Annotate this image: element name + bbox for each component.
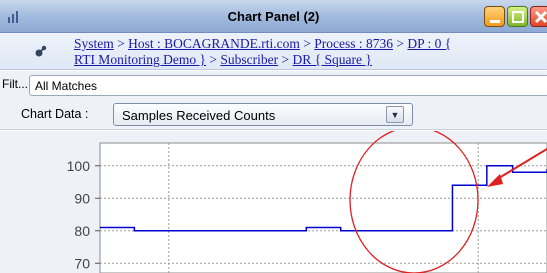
filter-field[interactable]: All Matches — [29, 75, 547, 96]
window-title-bar[interactable]: Chart Panel (2) — [0, 0, 547, 33]
breadcrumb-item-datareader[interactable]: DR { Square } — [293, 52, 372, 67]
breadcrumb-separator: > — [299, 36, 315, 51]
chart-data-dropdown[interactable]: Samples Received Counts ▼ — [113, 103, 413, 126]
y-tick-label: 90 — [74, 190, 90, 206]
filter-value: All Matches — [35, 79, 98, 93]
chart-data-selected-value: Samples Received Counts — [122, 108, 276, 123]
breadcrumb-separator: > — [393, 36, 408, 51]
line-chart: 70 80 90 100 — [67, 131, 547, 273]
breadcrumb: System > Host : BOCAGRANDE.rti.com > Pro… — [0, 33, 547, 70]
close-icon — [534, 10, 547, 24]
breadcrumb-separator: > — [278, 52, 293, 67]
breadcrumb-item-dp-part1[interactable]: DP : 0 { — [407, 36, 451, 51]
close-button[interactable] — [530, 6, 547, 27]
chart-data-label: Chart Data : — [21, 107, 89, 121]
chart-data-row: Chart Data : Samples Received Counts ▼ — [0, 99, 547, 130]
y-tick-label: 80 — [74, 223, 90, 239]
topic-icon — [35, 45, 47, 57]
minimize-button[interactable] — [484, 6, 505, 27]
plot-background — [99, 142, 547, 273]
chart-area: 70 80 90 100 — [0, 131, 547, 273]
breadcrumb-item-system[interactable]: System — [74, 36, 114, 51]
maximize-icon — [512, 11, 524, 23]
filter-label: Filt... — [2, 77, 28, 91]
maximize-button[interactable] — [507, 6, 528, 27]
breadcrumb-item-host[interactable]: Host : BOCAGRANDE.rti.com — [128, 36, 300, 51]
filter-row: Filt... All Matches — [0, 71, 547, 99]
breadcrumb-separator: > — [206, 52, 221, 67]
breadcrumb-item-subscriber[interactable]: Subscriber — [220, 52, 278, 67]
minimize-icon — [490, 20, 500, 23]
y-tick-label: 100 — [67, 158, 91, 174]
breadcrumb-item-process[interactable]: Process : 8736 — [314, 36, 393, 51]
breadcrumb-item-dp-part2[interactable]: RTI Monitoring Demo } — [74, 52, 206, 67]
chevron-down-icon[interactable]: ▼ — [386, 106, 404, 123]
window-title: Chart Panel (2) — [227, 9, 320, 24]
breadcrumb-separator: > — [113, 36, 129, 51]
y-tick-label: 70 — [74, 255, 90, 271]
